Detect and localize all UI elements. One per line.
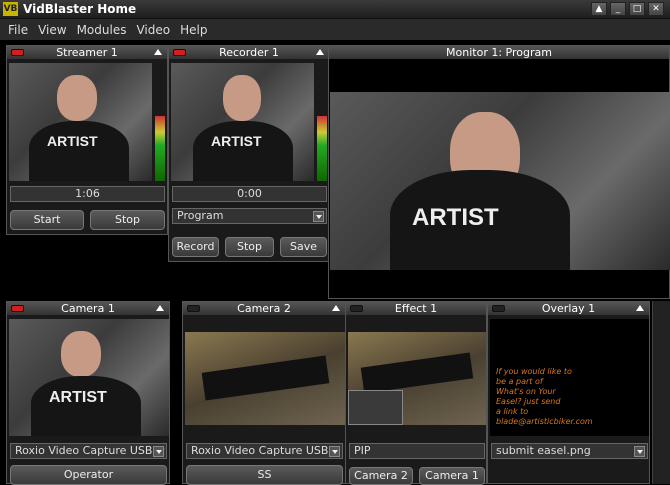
effect1-panel: Effect 1 PIP Camera 2 Camera 1	[345, 301, 487, 485]
maximize-button[interactable]: □	[629, 2, 645, 16]
shirt-text: ARTIST	[412, 204, 499, 231]
title-bar: VB VidBlaster Home ▲ _ □ ✕	[0, 0, 670, 19]
ss-button[interactable]: SS	[186, 465, 343, 485]
chevron-down-icon[interactable]	[153, 446, 164, 457]
effect1-mode-field[interactable]: PIP	[349, 443, 485, 459]
shirt-text: ARTIST	[211, 133, 262, 149]
camera1-title: Camera 1	[61, 302, 115, 315]
shirt-text: ARTIST	[49, 389, 107, 406]
recorder-source-value: Program	[177, 209, 224, 222]
camera2-panel: Camera 2 Roxio Video Capture USB SS	[182, 301, 346, 485]
overlay1-panel: Overlay 1 If you would like to be a part…	[487, 301, 650, 484]
menu-video[interactable]: Video	[131, 23, 175, 37]
recorder-source-select[interactable]: Program	[172, 208, 327, 224]
camera1-status-led[interactable]	[11, 305, 24, 312]
overlay-caption: If you would like to be a part of What's…	[496, 367, 593, 426]
overlay1-preview: If you would like to be a part of What's…	[490, 319, 649, 436]
program-output-video: ARTIST	[330, 92, 670, 270]
start-button[interactable]: Start	[10, 210, 84, 230]
overlay1-header: Overlay 1	[488, 302, 649, 315]
effect1-status-led[interactable]	[350, 305, 363, 312]
camera1-device-value: Roxio Video Capture USB #	[15, 444, 166, 457]
effect1-header: Effect 1	[346, 302, 486, 315]
overlay1-file-value: submit easel.png	[496, 444, 591, 457]
collapse-arrow-icon[interactable]	[316, 49, 324, 55]
camera2-device-value: Roxio Video Capture USB	[191, 444, 329, 457]
collapse-arrow-icon[interactable]	[636, 305, 644, 311]
collapse-arrow-icon[interactable]	[156, 305, 164, 311]
record-button[interactable]: Record	[172, 237, 219, 257]
monitor-header: Monitor 1: Program	[329, 46, 669, 59]
overlay1-title: Overlay 1	[541, 302, 596, 315]
chevron-down-icon[interactable]	[329, 446, 340, 457]
effect-camera1-button[interactable]: Camera 1	[419, 467, 485, 485]
effect1-preview	[348, 332, 486, 425]
shirt-text: ARTIST	[47, 133, 98, 149]
overlay1-status-led[interactable]	[492, 305, 505, 312]
camera2-header: Camera 2	[183, 302, 345, 315]
streamer-preview: ARTIST	[9, 63, 152, 181]
camera1-header: Camera 1	[7, 302, 169, 315]
audio-meter	[317, 116, 327, 181]
chevron-down-icon[interactable]	[313, 211, 324, 222]
operator-button[interactable]: Operator	[10, 465, 167, 485]
app-logo-icon: VB	[3, 2, 18, 16]
streamer-title: Streamer 1	[56, 46, 118, 59]
streamer-status-led[interactable]	[11, 49, 24, 56]
save-button[interactable]: Save	[280, 237, 327, 257]
streamer-panel: Streamer 1 ARTIST 1:06 Start Stop	[6, 45, 168, 235]
effect1-title: Effect 1	[394, 302, 438, 315]
camera1-panel: Camera 1 ARTIST Roxio Video Capture USB …	[6, 301, 170, 485]
scroll-up-icon[interactable]: ▲	[591, 2, 607, 16]
pip-inset	[348, 390, 403, 425]
menu-view[interactable]: View	[33, 23, 71, 37]
monitor-title: Monitor 1: Program	[446, 46, 552, 59]
streamer-header: Streamer 1	[7, 46, 167, 59]
window-title: VidBlaster Home	[23, 2, 137, 16]
overlay1-file-select[interactable]: submit easel.png	[491, 443, 648, 459]
audio-meter	[155, 116, 165, 181]
camera1-preview: ARTIST	[9, 319, 169, 436]
camera2-title: Camera 2	[237, 302, 291, 315]
close-button[interactable]: ✕	[648, 2, 664, 16]
recorder-time: 0:00	[172, 186, 327, 202]
collapse-arrow-icon[interactable]	[332, 305, 340, 311]
menu-help[interactable]: Help	[175, 23, 212, 37]
menu-modules[interactable]: Modules	[72, 23, 132, 37]
camera2-status-led[interactable]	[187, 305, 200, 312]
recorder-panel: Recorder 1 ARTIST 0:00 Program Record St…	[168, 45, 330, 262]
scrollbar[interactable]	[652, 301, 670, 484]
camera1-device-select[interactable]: Roxio Video Capture USB #	[10, 443, 167, 459]
menu-file[interactable]: File	[3, 23, 33, 37]
streamer-time: 1:06	[10, 186, 165, 202]
minimize-button[interactable]: _	[610, 2, 626, 16]
recorder-preview: ARTIST	[171, 63, 314, 181]
camera2-device-select[interactable]: Roxio Video Capture USB	[186, 443, 343, 459]
recorder-status-led[interactable]	[173, 49, 186, 56]
recorder-stop-button[interactable]: Stop	[225, 237, 274, 257]
recorder-header: Recorder 1	[169, 46, 329, 59]
recorder-title: Recorder 1	[219, 46, 279, 59]
streamer-stop-button[interactable]: Stop	[90, 210, 165, 230]
chevron-down-icon[interactable]	[634, 446, 645, 457]
menu-bar: File View Modules Video Help	[0, 19, 670, 40]
monitor-panel: Monitor 1: Program ARTIST	[328, 45, 670, 299]
camera2-preview	[185, 332, 345, 425]
collapse-arrow-icon[interactable]	[154, 49, 162, 55]
effect-camera2-button[interactable]: Camera 2	[349, 467, 413, 485]
